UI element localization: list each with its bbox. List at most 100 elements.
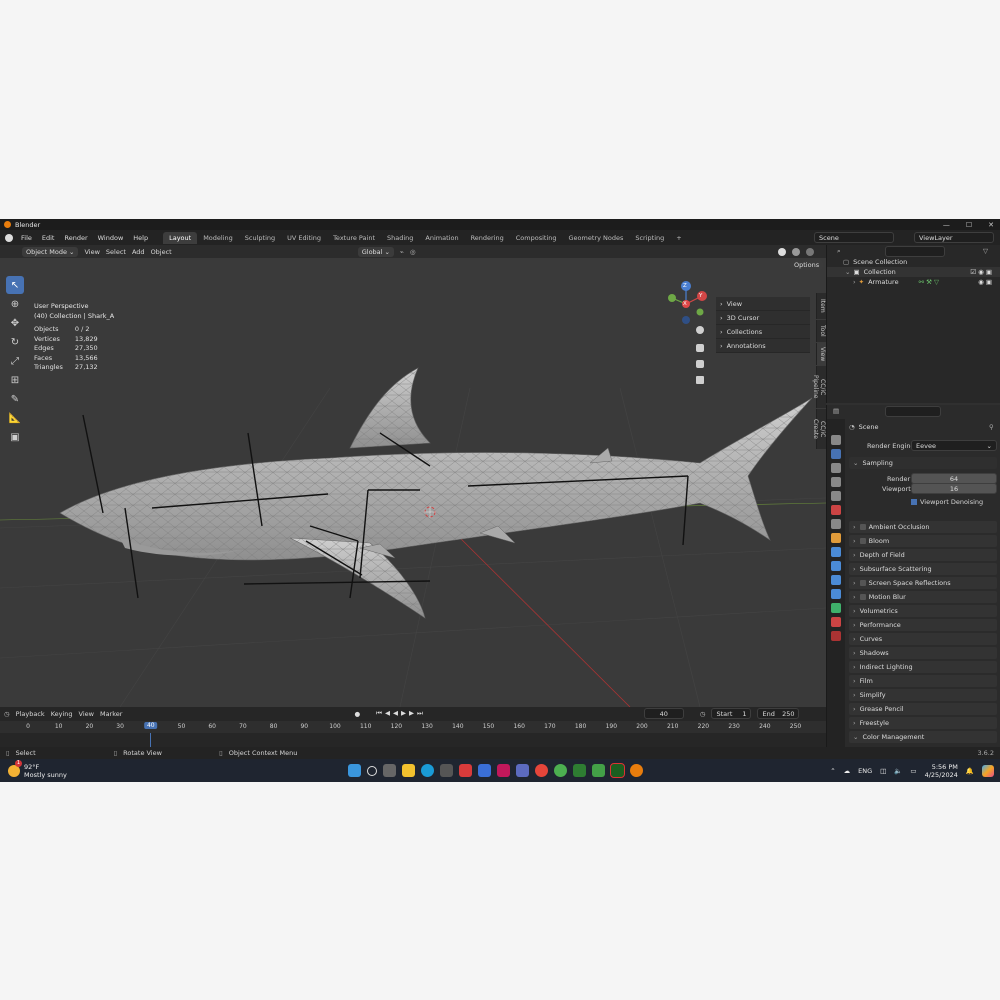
snap-icon[interactable]: ⌁ [400, 248, 404, 256]
expand-chevron-icon[interactable]: ⌄ [845, 268, 850, 276]
panel-checkbox[interactable] [859, 524, 866, 530]
physics-tab-icon[interactable] [831, 575, 841, 585]
scale-tool-icon[interactable]: ⤢ [6, 352, 24, 370]
proportional-edit-icon[interactable]: ◎ [410, 248, 416, 256]
sidebar-panel-view[interactable]: › View [716, 297, 810, 311]
panel-freestyle[interactable]: › Freestyle [849, 717, 997, 729]
panel-shadows[interactable]: › Shadows [849, 647, 997, 659]
viewport-menu-view[interactable]: View [84, 248, 99, 256]
add-workspace-icon[interactable]: + [670, 232, 687, 244]
shading-solid-icon[interactable] [778, 247, 786, 256]
app2-icon[interactable] [515, 764, 529, 777]
timeline-menu-keying[interactable]: Keying [51, 710, 73, 718]
sidebar-panel-3d-cursor[interactable]: › 3D Cursor [716, 311, 810, 325]
output-tab-icon[interactable] [831, 463, 841, 473]
panel-curves[interactable]: › Curves [849, 633, 997, 645]
texture-tab-icon[interactable] [831, 631, 841, 641]
panel-film[interactable]: › Film [849, 675, 997, 687]
tab-geometry-nodes[interactable]: Geometry Nodes [563, 232, 630, 244]
material-tab-icon[interactable] [831, 617, 841, 627]
armature-visibility-icon[interactable]: ◉ ▣ [978, 278, 992, 286]
network-icon[interactable]: ◫ [880, 767, 886, 775]
start-button-icon[interactable] [347, 764, 361, 777]
tab-compositing[interactable]: Compositing [510, 232, 563, 244]
outliner-search-icon[interactable]: ⌕ [837, 247, 841, 256]
panel-screen-space-reflections[interactable]: › Screen Space Reflections [849, 577, 997, 589]
object-tab-icon[interactable] [831, 533, 841, 543]
viewport-samples-field[interactable]: 16 [911, 483, 997, 494]
annotate-tool-icon[interactable]: ✎ [6, 390, 24, 408]
menu-edit[interactable]: Edit [37, 234, 60, 242]
tab-uv-editing[interactable]: UV Editing [281, 232, 327, 244]
tray-chevron-icon[interactable]: ⌃ [830, 767, 835, 775]
character-creator-icon[interactable] [609, 763, 625, 778]
panel-bloom[interactable]: › Bloom [849, 535, 997, 547]
cursor-tool-icon[interactable]: ⊕ [6, 295, 24, 313]
add-cube-tool-icon[interactable]: ▣ [6, 428, 24, 446]
store-icon[interactable] [477, 764, 491, 777]
panel-depth-of-field[interactable]: › Depth of Field [849, 549, 997, 561]
properties-search-input[interactable] [885, 405, 942, 417]
file-explorer-icon[interactable] [401, 764, 415, 777]
playback-controls[interactable]: ⏮◀◀▶▶⏭ [376, 709, 426, 718]
sidebar-tab-cc-pipeline[interactable]: CC/iC Pipeline [812, 366, 826, 408]
orientation-dropdown[interactable]: Global ⌄ [357, 246, 394, 257]
3d-viewport[interactable]: Object Mode ⌄ View Select Add Object Glo… [0, 245, 826, 707]
outliner-row-scene-collection[interactable]: ▢ Scene Collection [827, 257, 1000, 267]
menu-render[interactable]: Render [59, 234, 92, 242]
render-engine-dropdown[interactable]: Eevee ⌄ [911, 440, 997, 451]
viewport-menu-select[interactable]: Select [106, 248, 126, 256]
panel-checkbox[interactable] [859, 580, 866, 586]
view-layer-tab-icon[interactable] [831, 477, 841, 487]
panel-indirect-lighting[interactable]: › Indirect Lighting [849, 661, 997, 673]
close-button[interactable]: ✕ [988, 221, 994, 229]
sidebar-panel-collections[interactable]: › Collections [716, 325, 810, 339]
editor-type-icon[interactable]: ◷ [4, 710, 10, 718]
tab-texture-paint[interactable]: Texture Paint [327, 232, 381, 244]
viewport-menu-object[interactable]: Object [151, 248, 172, 256]
panel-motion-blur[interactable]: › Motion Blur [849, 591, 997, 603]
mode-dropdown[interactable]: Object Mode ⌄ [22, 246, 79, 257]
select-tool-icon[interactable]: ↖ [6, 276, 24, 294]
sidebar-panel-annotations[interactable]: › Annotations [716, 339, 810, 353]
panel-ambient-occlusion[interactable]: › Ambient Occlusion [849, 521, 997, 533]
task-view-icon[interactable] [382, 764, 396, 777]
panel-color-management[interactable]: ⌄ Color Management [849, 731, 997, 743]
tool-tab-icon[interactable] [831, 435, 841, 445]
copilot-icon[interactable] [982, 764, 994, 777]
particles-tab-icon[interactable] [831, 561, 841, 571]
edge-icon[interactable] [420, 764, 434, 777]
panel-simplify[interactable]: › Simplify [849, 689, 997, 701]
collection-tab-icon[interactable] [831, 519, 841, 529]
timeline-menu-marker[interactable]: Marker [100, 710, 122, 718]
chrome-profile-icon[interactable] [553, 764, 567, 777]
collection-visibility-icon[interactable]: ☑ ◉ ▣ [970, 268, 992, 276]
menu-file[interactable]: File [16, 234, 37, 242]
tab-shading[interactable]: Shading [381, 232, 419, 244]
scene-selector[interactable]: Scene [814, 232, 894, 243]
sidebar-tab-item[interactable]: Item [816, 293, 826, 319]
cloud-icon[interactable]: ☁ [844, 767, 851, 775]
checkbox-checked-icon[interactable] [911, 499, 917, 505]
battery-icon[interactable]: ▭ [910, 767, 916, 775]
menu-window[interactable]: Window [93, 234, 129, 242]
shading-rendered-icon[interactable] [806, 247, 814, 256]
chrome-icon[interactable] [534, 764, 548, 777]
sidebar-tab-tool[interactable]: Tool [816, 320, 826, 342]
constraints-tab-icon[interactable] [831, 589, 841, 599]
world-tab-icon[interactable] [831, 505, 841, 515]
panel-sampling[interactable]: ⌄ Sampling [849, 457, 997, 469]
record-button[interactable]: ● [354, 710, 360, 718]
frame-ruler[interactable]: 0 10 20 30 40 50 60 70 80 90 100 110 120 130 140 150 160… [0, 721, 826, 733]
language-indicator[interactable]: ENG [858, 767, 872, 775]
properties-editor-icon[interactable]: ▤ [833, 407, 839, 415]
tab-sculpting[interactable]: Sculpting [239, 232, 281, 244]
panel-performance[interactable]: › Performance [849, 619, 997, 631]
timeline-menu-view[interactable]: View [79, 710, 94, 718]
maximize-button[interactable]: ☐ [966, 221, 972, 229]
viewport-denoising-toggle[interactable]: Viewport Denoising [911, 498, 983, 506]
scene-tab-icon[interactable] [831, 491, 841, 501]
app-icon[interactable] [496, 764, 510, 777]
tab-scripting[interactable]: Scripting [629, 232, 670, 244]
timeline-menu-playback[interactable]: Playback [16, 710, 45, 718]
